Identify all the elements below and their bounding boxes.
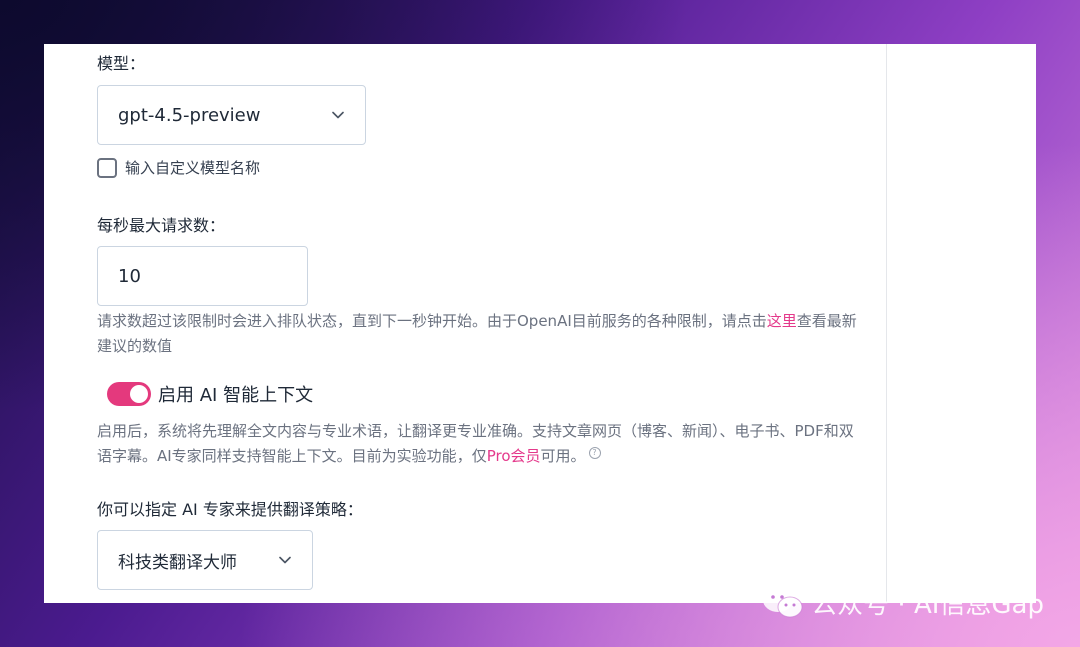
panel-divider — [886, 44, 887, 603]
rate-limit-input[interactable] — [97, 246, 308, 306]
watermark: 公众号 · AI信息Gap — [761, 584, 1044, 621]
model-select-value: gpt-4.5-preview — [118, 104, 261, 126]
expert-select-value: 科技类翻译大师 — [118, 552, 237, 573]
ai-context-label: 启用 AI 智能上下文 — [158, 385, 314, 406]
custom-model-checkbox[interactable] — [97, 157, 117, 178]
ai-context-row: 启用 AI 智能上下文 — [107, 381, 313, 407]
ai-context-help-text-end: 可用。 — [540, 447, 586, 465]
expert-select[interactable]: 科技类翻译大师 — [97, 530, 313, 590]
expert-label: 你可以指定 AI 专家来提供翻译策略： — [97, 500, 363, 519]
model-select[interactable]: gpt-4.5-preview — [97, 85, 366, 145]
ai-context-help-text: 启用后，系统将先理解全文内容与专业术语，让翻译更专业准确。支持文章网页（博客、新… — [97, 422, 854, 465]
chevron-down-icon — [278, 553, 292, 567]
custom-model-checkbox-label: 输入自定义模型名称 — [125, 159, 261, 177]
rate-limit-help: 请求数超过该限制时会进入排队状态，直到下一秒钟开始。由于OpenAI目前服务的各… — [97, 309, 867, 359]
ai-context-help: 启用后，系统将先理解全文内容与专业术语，让翻译更专业准确。支持文章网页（博客、新… — [97, 419, 867, 469]
ai-context-toggle[interactable] — [107, 382, 151, 406]
rate-limit-help-text: 请求数超过该限制时会进入排队状态，直到下一秒钟开始。由于OpenAI目前服务的各… — [97, 312, 767, 330]
wechat-icon — [763, 587, 803, 617]
model-label: 模型： — [97, 54, 146, 73]
chevron-down-icon — [331, 108, 345, 122]
rate-limit-label: 每秒最大请求数： — [97, 216, 226, 235]
pro-member-link[interactable]: Pro会员 — [487, 447, 541, 465]
watermark-text: 公众号 · AI信息Gap — [811, 590, 1044, 620]
toggle-knob — [130, 385, 148, 403]
rate-limit-help-link[interactable]: 这里 — [767, 312, 797, 330]
settings-panel: 模型： gpt-4.5-preview 输入自定义模型名称 每秒最大请求数： 请… — [44, 44, 1036, 603]
custom-model-option[interactable]: 输入自定义模型名称 — [97, 157, 260, 178]
question-icon[interactable]: ? — [588, 446, 601, 459]
